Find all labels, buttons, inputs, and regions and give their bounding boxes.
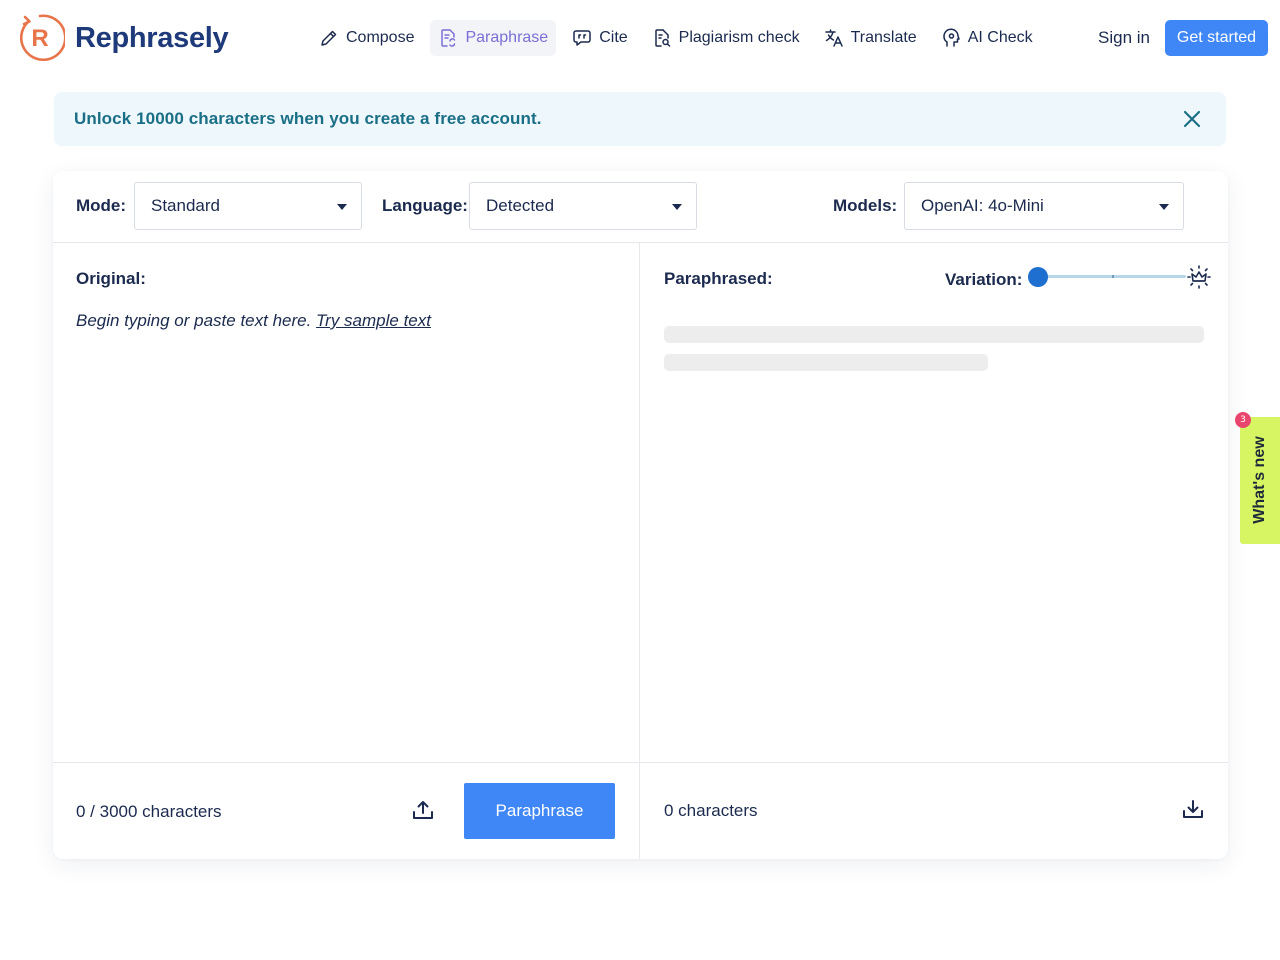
original-text-editor[interactable]: Begin typing or paste text here. Try sam… xyxy=(76,311,616,741)
nav-ai-check[interactable]: AI Check xyxy=(933,20,1041,56)
settings-toolbar: Mode: Standard Language: Detected Models… xyxy=(53,171,1228,243)
mode-value: Standard xyxy=(151,196,220,215)
brand-name: Rephrasely xyxy=(75,21,229,54)
brand-logo[interactable]: R Rephrasely xyxy=(15,13,229,63)
nav-cite[interactable]: Cite xyxy=(564,20,635,56)
models-label: Models: xyxy=(833,196,898,215)
paraphrased-char-count: 0 characters xyxy=(664,801,758,820)
main-nav: Compose Paraphrase Cite Plagiarism check xyxy=(311,20,1041,56)
nav-compose-label: Compose xyxy=(346,29,415,46)
chevron-down-icon xyxy=(672,204,682,210)
nav-translate-label: Translate xyxy=(850,29,917,46)
slider-thumb[interactable] xyxy=(1028,267,1048,287)
language-value: Detected xyxy=(486,196,555,215)
logo-letter: R xyxy=(31,25,48,52)
editor-placeholder: Begin typing or paste text here. xyxy=(76,311,312,330)
nav-paraphrase[interactable]: Paraphrase xyxy=(430,20,557,56)
variation-slider[interactable] xyxy=(1028,267,1188,287)
try-sample-text-link[interactable]: Try sample text xyxy=(316,311,431,330)
logo-mark-icon: R xyxy=(19,14,65,62)
document-search-icon xyxy=(654,29,670,47)
nav-cite-label: Cite xyxy=(599,29,628,46)
language-select[interactable]: Detected xyxy=(469,182,697,230)
paraphrase-card: Mode: Standard Language: Detected Models… xyxy=(53,171,1228,859)
original-char-count: 0 / 3000 characters xyxy=(76,802,222,821)
pencil-icon xyxy=(321,30,337,46)
ai-head-icon xyxy=(942,28,960,47)
loading-skeleton-line xyxy=(664,354,988,371)
signup-banner: Unlock 10000 characters when you create … xyxy=(54,92,1226,146)
original-title: Original: xyxy=(76,269,146,288)
paraphrase-icon xyxy=(441,29,456,47)
sign-in-link[interactable]: Sign in xyxy=(1088,20,1160,56)
translate-icon xyxy=(824,29,843,47)
nav-paraphrase-label: Paraphrase xyxy=(465,29,549,46)
mode-select[interactable]: Standard xyxy=(134,182,362,230)
pane-divider xyxy=(639,243,640,859)
upload-icon[interactable] xyxy=(412,799,434,821)
mode-label: Mode: xyxy=(76,196,127,215)
models-value: OpenAI: 4o-Mini xyxy=(921,196,1044,215)
paraphrase-button[interactable]: Paraphrase xyxy=(464,783,615,839)
models-select[interactable]: OpenAI: 4o-Mini xyxy=(904,182,1184,230)
banner-text: Unlock 10000 characters when you create … xyxy=(74,109,542,128)
whats-new-label: What's new xyxy=(1251,436,1268,524)
nav-plagiarism-label: Plagiarism check xyxy=(678,29,800,46)
top-header: R Rephrasely Compose Paraphrase Cite Pla… xyxy=(0,0,1280,78)
download-icon[interactable] xyxy=(1182,798,1204,820)
slider-tick xyxy=(1112,275,1114,278)
language-label: Language: xyxy=(382,196,468,215)
chevron-down-icon xyxy=(337,204,347,210)
whats-new-badge: 3 xyxy=(1235,412,1251,428)
close-icon[interactable] xyxy=(1182,109,1202,129)
nav-plagiarism-check[interactable]: Plagiarism check xyxy=(644,20,808,56)
footer-divider xyxy=(53,762,1228,763)
nav-ai-check-label: AI Check xyxy=(967,29,1033,46)
variation-label: Variation: xyxy=(945,270,1023,289)
nav-compose[interactable]: Compose xyxy=(311,20,422,56)
nav-translate[interactable]: Translate xyxy=(816,20,925,56)
whats-new-tab[interactable]: What's new xyxy=(1240,417,1280,544)
get-started-button[interactable]: Get started xyxy=(1165,20,1268,56)
paraphrased-title: Paraphrased: xyxy=(664,269,773,288)
loading-skeleton-line xyxy=(664,326,1204,343)
quote-icon xyxy=(573,30,591,46)
crown-icon[interactable] xyxy=(1187,265,1211,289)
chevron-down-icon xyxy=(1159,204,1169,210)
